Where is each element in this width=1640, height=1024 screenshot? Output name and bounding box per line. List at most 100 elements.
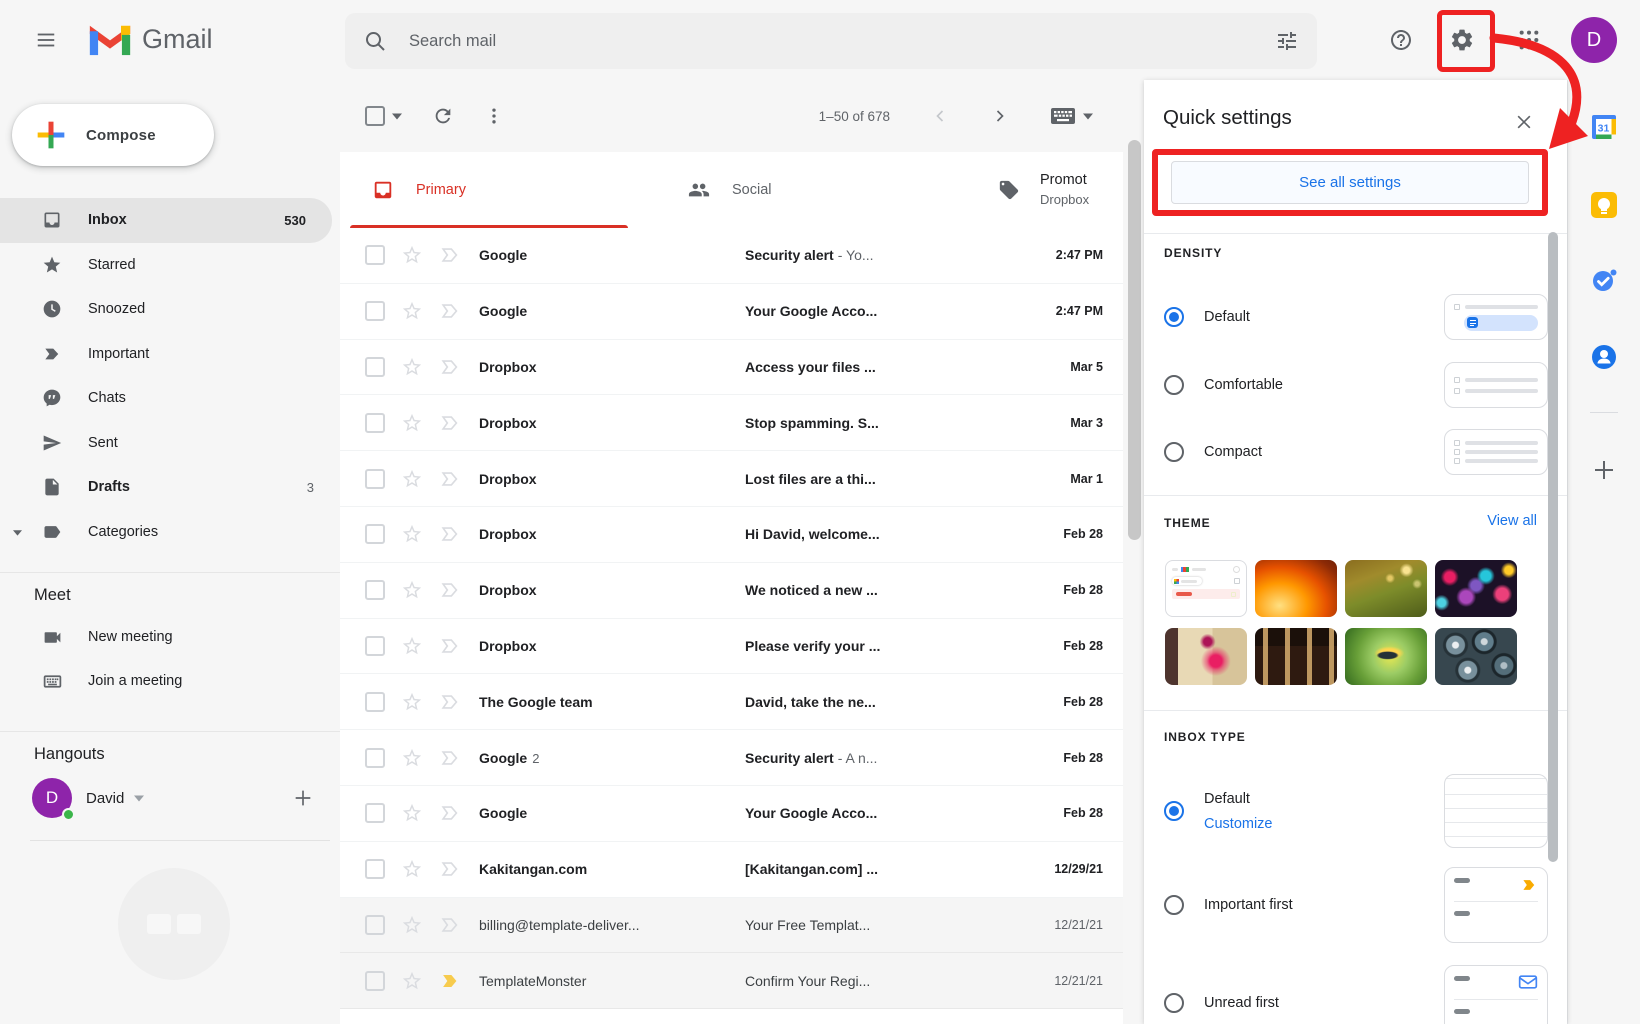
star-icon[interactable] xyxy=(401,523,423,545)
inbox-type-option-important-first[interactable]: Important first xyxy=(1164,866,1548,944)
star-icon[interactable] xyxy=(401,970,423,992)
sidebar-item-chats[interactable]: Chats xyxy=(0,376,340,421)
email-row[interactable]: Dropbox We noticed a new ... Feb 28 xyxy=(340,563,1123,619)
importance-marker-icon[interactable] xyxy=(439,356,461,378)
more-options-icon[interactable] xyxy=(484,106,504,126)
new-meeting-item[interactable]: New meeting xyxy=(0,615,340,659)
row-checkbox[interactable] xyxy=(365,915,385,935)
tasks-icon[interactable] xyxy=(1589,265,1619,295)
email-row[interactable]: Kakitangan.com [Kakitangan.com] ... 12/2… xyxy=(340,842,1123,898)
newer-page-icon[interactable] xyxy=(930,106,950,126)
email-row[interactable]: Google Security alert- Yo... 2:47 PM xyxy=(340,228,1123,284)
sidebar-item-important[interactable]: Important xyxy=(0,332,340,377)
email-row[interactable]: Dropbox Stop spamming. S... Mar 3 xyxy=(340,395,1123,451)
email-row[interactable]: Dropbox Lost files are a thi... Mar 1 xyxy=(340,451,1123,507)
row-checkbox[interactable] xyxy=(365,803,385,823)
email-row[interactable]: Google2 Security alert- A n... Feb 28 xyxy=(340,730,1123,786)
theme-thumbnail-chess[interactable] xyxy=(1255,628,1337,685)
close-icon[interactable] xyxy=(1510,108,1538,136)
search-icon[interactable] xyxy=(363,29,387,53)
theme-thumbnail-canyon[interactable] xyxy=(1255,560,1337,617)
email-row[interactable]: TemplateMonster Confirm Your Regi... 12/… xyxy=(340,953,1123,1009)
sidebar-item-sent[interactable]: Sent xyxy=(0,421,340,466)
density-option-default[interactable]: Default xyxy=(1164,294,1548,340)
density-option-comfortable[interactable]: Comfortable xyxy=(1164,362,1548,408)
see-all-settings-button[interactable]: See all settings xyxy=(1171,161,1529,204)
radio-icon[interactable] xyxy=(1164,442,1184,462)
tab-promotions[interactable]: Promot Dropbox xyxy=(918,152,1123,228)
row-checkbox[interactable] xyxy=(365,357,385,377)
list-scrollbar[interactable] xyxy=(1128,140,1141,540)
star-icon[interactable] xyxy=(401,858,423,880)
theme-view-all-link[interactable]: View all xyxy=(1487,513,1537,529)
google-apps-icon[interactable] xyxy=(1505,16,1553,64)
star-icon[interactable] xyxy=(401,356,423,378)
row-checkbox[interactable] xyxy=(365,580,385,600)
compose-button[interactable]: Compose xyxy=(12,104,214,166)
star-icon[interactable] xyxy=(401,635,423,657)
expand-chevron-icon[interactable] xyxy=(13,528,22,537)
row-checkbox[interactable] xyxy=(365,748,385,768)
importance-marker-icon[interactable] xyxy=(439,579,461,601)
star-icon[interactable] xyxy=(401,579,423,601)
row-checkbox[interactable] xyxy=(365,301,385,321)
contacts-icon[interactable] xyxy=(1589,342,1619,372)
star-icon[interactable] xyxy=(401,468,423,490)
email-row[interactable]: The Google team David, take the ne... Fe… xyxy=(340,674,1123,730)
sidebar-item-drafts[interactable]: Drafts 3 xyxy=(0,465,340,510)
importance-marker-icon[interactable] xyxy=(439,802,461,824)
star-icon[interactable] xyxy=(401,802,423,824)
importance-marker-icon[interactable] xyxy=(439,747,461,769)
row-checkbox[interactable] xyxy=(365,859,385,879)
customize-link[interactable]: Customize xyxy=(1204,816,1273,832)
join-meeting-item[interactable]: Join a meeting xyxy=(0,659,340,703)
search-options-icon[interactable] xyxy=(1275,29,1299,53)
panel-scrollbar[interactable] xyxy=(1548,232,1558,862)
importance-marker-icon[interactable] xyxy=(439,523,461,545)
theme-thumbnail-bicycle[interactable] xyxy=(1165,628,1247,685)
row-checkbox[interactable] xyxy=(365,524,385,544)
row-checkbox[interactable] xyxy=(365,636,385,656)
importance-marker-icon[interactable] xyxy=(439,858,461,880)
importance-marker-icon[interactable] xyxy=(439,300,461,322)
star-icon[interactable] xyxy=(401,691,423,713)
email-row[interactable]: Dropbox Please verify your ... Feb 28 xyxy=(340,619,1123,675)
inbox-type-option-default[interactable]: Default Customize xyxy=(1164,768,1548,854)
older-page-icon[interactable] xyxy=(990,106,1010,126)
importance-marker-icon[interactable] xyxy=(439,412,461,434)
radio-icon[interactable] xyxy=(1164,375,1184,395)
importance-marker-icon[interactable] xyxy=(439,691,461,713)
tab-social[interactable]: Social xyxy=(628,152,918,228)
sidebar-item-starred[interactable]: Starred xyxy=(0,243,340,288)
star-icon[interactable] xyxy=(401,747,423,769)
inbox-type-option-unread-first[interactable]: Unread first xyxy=(1164,964,1548,1024)
importance-marker-icon[interactable] xyxy=(439,635,461,657)
theme-thumbnail-caterpillar[interactable] xyxy=(1345,628,1427,685)
add-addon-plus-icon[interactable] xyxy=(1589,455,1619,485)
row-checkbox[interactable] xyxy=(365,971,385,991)
refresh-icon[interactable] xyxy=(432,105,454,127)
input-method-icon[interactable] xyxy=(1050,105,1076,127)
main-menu-icon[interactable] xyxy=(22,16,70,64)
email-row[interactable]: Dropbox Hi David, welcome... Feb 28 xyxy=(340,507,1123,563)
support-icon[interactable] xyxy=(1377,16,1425,64)
email-row[interactable]: Google Your Google Acco... 2:47 PM xyxy=(340,284,1123,340)
importance-marker-icon[interactable] xyxy=(439,244,461,266)
input-method-dropdown-icon[interactable] xyxy=(1083,111,1093,121)
star-icon[interactable] xyxy=(401,914,423,936)
row-checkbox[interactable] xyxy=(365,245,385,265)
sidebar-item-snoozed[interactable]: Snoozed xyxy=(0,287,340,332)
select-all-checkbox[interactable] xyxy=(365,106,385,126)
radio-icon[interactable] xyxy=(1164,895,1184,915)
radio-selected-icon[interactable] xyxy=(1164,801,1184,821)
email-row[interactable]: billing@template-deliver... Your Free Te… xyxy=(340,898,1123,954)
star-icon[interactable] xyxy=(401,300,423,322)
sidebar-item-categories[interactable]: Categories xyxy=(0,510,340,555)
row-checkbox[interactable] xyxy=(365,413,385,433)
search-input[interactable]: Search mail xyxy=(345,13,1317,69)
star-icon[interactable] xyxy=(401,244,423,266)
radio-icon[interactable] xyxy=(1164,993,1184,1013)
gmail-logo[interactable]: Gmail xyxy=(88,22,213,57)
importance-marker-icon[interactable] xyxy=(439,914,461,936)
radio-selected-icon[interactable] xyxy=(1164,307,1184,327)
